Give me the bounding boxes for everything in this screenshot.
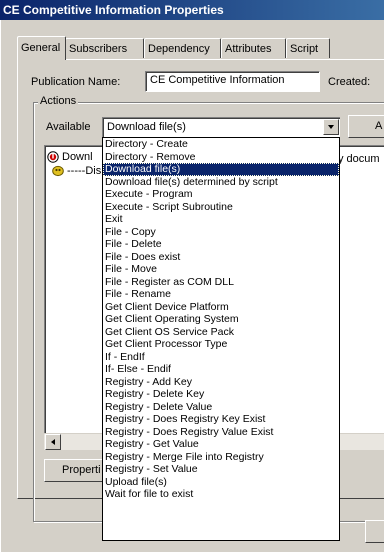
dropdown-option[interactable]: File - Rename [103, 288, 339, 301]
available-label: Available [46, 121, 91, 133]
dropdown-option[interactable]: Wait for file to exist [103, 488, 339, 501]
dropdown-option[interactable]: Get Client OS Service Pack [103, 326, 339, 339]
dropdown-option[interactable]: Upload file(s) [103, 476, 339, 489]
dialog-button-partial[interactable] [365, 520, 384, 543]
dropdown-option-selected[interactable]: Download file(s) [103, 163, 339, 176]
script-action-icon [52, 165, 64, 177]
dropdown-option[interactable]: Registry - Add Key [103, 376, 339, 389]
dropdown-option[interactable]: Execute - Program [103, 188, 339, 201]
dropdown-option[interactable]: Registry - Get Value [103, 438, 339, 451]
available-actions-dropdown-list[interactable]: Directory - Create Directory - Remove Do… [102, 137, 340, 541]
dropdown-option[interactable]: File - Delete [103, 238, 339, 251]
dropdown-option[interactable]: Registry - Set Value [103, 463, 339, 476]
properties-button-label: Properti [62, 464, 101, 476]
dropdown-option[interactable]: Registry - Does Registry Key Exist [103, 413, 339, 426]
dropdown-option[interactable]: Directory - Remove [103, 151, 339, 164]
dropdown-option[interactable]: File - Move [103, 263, 339, 276]
dropdown-option[interactable]: Download file(s) determined by script [103, 176, 339, 189]
tab-subscribers[interactable]: Subscribers [65, 38, 144, 58]
dropdown-option[interactable]: Execute - Script Subroutine [103, 201, 339, 214]
add-button[interactable]: A [348, 115, 384, 138]
chevron-down-icon [328, 125, 334, 129]
dropdown-option[interactable]: If - EndIf [103, 351, 339, 364]
created-label: Created: [328, 76, 371, 88]
tab-general[interactable]: General [17, 36, 66, 60]
tab-dependency-label: Dependency [148, 43, 210, 55]
scroll-left-button[interactable] [45, 434, 61, 450]
dropdown-option[interactable]: Registry - Does Registry Value Exist [103, 426, 339, 439]
dropdown-option[interactable]: Registry - Delete Key [103, 388, 339, 401]
dropdown-option[interactable]: Get Client Processor Type [103, 338, 339, 351]
chevron-left-icon [51, 439, 55, 445]
dropdown-option[interactable]: Get Client Device Platform [103, 301, 339, 314]
tab-general-label: General [21, 42, 61, 54]
dropdown-option[interactable]: Registry - Merge File into Registry [103, 451, 339, 464]
dropdown-option[interactable]: File - Register as COM DLL [103, 276, 339, 289]
dropdown-option[interactable]: File - Does exist [103, 251, 339, 264]
publication-name-field[interactable]: CE Competitive Information [145, 71, 320, 92]
available-actions-combo[interactable]: Download file(s) [102, 117, 340, 137]
available-selected-value: Download file(s) [107, 121, 186, 133]
dropdown-option[interactable]: Get Client Operating System [103, 313, 339, 326]
tab-subscribers-label: Subscribers [69, 43, 128, 55]
tree-item-script-label: -----Dis [67, 165, 102, 177]
tab-attributes[interactable]: Attributes [221, 38, 286, 58]
add-button-label: A [375, 120, 383, 132]
download-action-icon [47, 151, 59, 163]
tab-dependency[interactable]: Dependency [144, 38, 221, 58]
window-title: CE Competitive Information Properties [3, 3, 224, 17]
window-title-bar[interactable]: CE Competitive Information Properties [0, 0, 384, 20]
tab-script[interactable]: Script [286, 38, 330, 58]
actions-group-label: Actions [38, 95, 79, 107]
dropdown-option[interactable]: File - Copy [103, 226, 339, 239]
tree-overflow-text: y docum [338, 153, 380, 165]
publication-name-value: CE Competitive Information [150, 74, 285, 86]
dropdown-option[interactable]: Exit [103, 213, 339, 226]
dropdown-option[interactable]: If- Else - Endif [103, 363, 339, 376]
tab-script-label: Script [290, 43, 319, 55]
publication-name-label: Publication Name: [31, 76, 121, 88]
window-frame-edge [0, 20, 1, 552]
dropdown-option[interactable]: Registry - Delete Value [103, 401, 339, 414]
dropdown-option[interactable]: Directory - Create [103, 138, 339, 151]
combo-dropdown-button[interactable] [323, 119, 339, 135]
tab-attributes-label: Attributes [225, 43, 272, 55]
